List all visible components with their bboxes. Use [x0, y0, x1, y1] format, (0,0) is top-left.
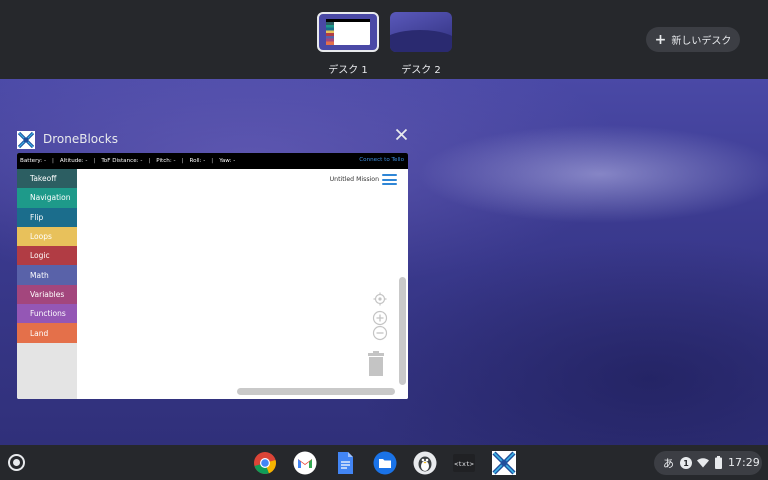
droneblocks-app-icon [17, 131, 35, 149]
battery-status: Battery: - [20, 158, 46, 164]
connect-to-tello-link[interactable]: Connect to Tello [359, 157, 404, 163]
category-variables[interactable]: Variables [17, 284, 77, 305]
category-navigation[interactable]: Navigation [17, 188, 77, 208]
recenter-icon[interactable] [373, 291, 387, 310]
desk-1-label: デスク 1 [328, 65, 368, 76]
horizontal-scrollbar[interactable] [237, 388, 395, 395]
launcher-button[interactable] [8, 454, 25, 471]
yaw-status: Yaw: - [219, 158, 236, 164]
close-icon[interactable] [395, 128, 408, 145]
altitude-status: Altitude: - [59, 158, 88, 164]
category-loops[interactable]: Loops [17, 226, 77, 247]
desk-2-preview[interactable] [390, 12, 452, 52]
category-functions[interactable]: Functions [17, 304, 77, 324]
new-desk-button[interactable]: + 新しいデスク [646, 27, 740, 52]
clock: 17:29 [728, 456, 760, 469]
window-title: DroneBlocks [43, 132, 118, 146]
trash-icon[interactable] [366, 351, 386, 381]
telemetry-bar: Battery: - | Altitude: - | ToF Distance:… [17, 153, 408, 169]
desk-2-label: デスク 2 [401, 65, 441, 76]
battery-icon [715, 456, 722, 472]
mission-title[interactable]: Untitled Mission [330, 176, 379, 183]
docs-icon[interactable] [333, 451, 357, 475]
block-category-sidebar: Takeoff Navigation Flip Loops Logic Math Varia… [17, 169, 77, 399]
droneblocks-icon[interactable] [492, 451, 516, 475]
category-land[interactable]: Land [17, 323, 77, 343]
gmail-icon[interactable] [293, 451, 317, 475]
chrome-icon[interactable] [253, 451, 277, 475]
category-logic[interactable]: Logic [17, 246, 77, 266]
linux-penguin-icon[interactable] [413, 451, 437, 475]
svg-text:<txt>: <txt> [454, 460, 474, 468]
category-math[interactable]: Math [17, 265, 77, 285]
shelf: <txt> あ 1 17:29 [0, 445, 768, 480]
mission-workspace[interactable]: Untitled Mission [77, 169, 408, 399]
menu-icon[interactable] [382, 174, 397, 185]
ime-indicator: あ [663, 457, 674, 470]
wifi-icon [697, 457, 709, 471]
tof-status: ToF Distance: - [101, 158, 143, 164]
droneblocks-window[interactable]: Battery: - | Altitude: - | ToF Distance:… [17, 153, 408, 399]
category-flip[interactable]: Flip [17, 207, 77, 227]
category-takeoff[interactable]: Takeoff [17, 169, 77, 189]
desk-1-preview[interactable] [317, 12, 379, 52]
status-tray[interactable]: あ 1 17:29 [654, 451, 762, 475]
window-header: DroneBlocks [17, 128, 409, 150]
desk-bar: デスク 1 デスク 2 + 新しいデスク [0, 0, 768, 79]
plus-icon: + [654, 31, 667, 48]
new-desk-label: 新しいデスク [671, 36, 732, 47]
vertical-scrollbar[interactable] [399, 277, 406, 385]
desk-1-mini-window [326, 19, 370, 45]
pitch-status: Pitch: - [156, 158, 176, 164]
zoom-out-icon[interactable] [372, 325, 388, 345]
notification-badge: 1 [680, 457, 692, 469]
files-icon[interactable] [373, 451, 397, 475]
text-editor-icon[interactable]: <txt> [452, 451, 476, 475]
roll-status: Roll: - [189, 158, 206, 164]
